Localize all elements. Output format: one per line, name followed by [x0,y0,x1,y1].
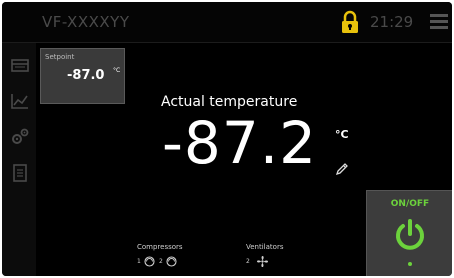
setpoint-value: -87.0 [67,68,105,83]
edit-pencil-icon[interactable] [335,162,349,176]
chart-icon[interactable] [10,91,30,111]
device-screen: VF-XXXXYY 21:29 Setpoint -87.0 °C Actual… [2,2,452,276]
setpoint-unit: °C [113,67,121,74]
ventilators-label: Ventilators [246,243,284,251]
compressor-1-number: 1 [137,258,141,265]
compressor-2-number: 2 [159,258,163,265]
actual-temperature-value: -87.2 [162,109,318,177]
compressors-label: Compressors [137,243,183,251]
setpoint-label: Setpoint [45,53,75,61]
clock-time: 21:29 [370,13,414,31]
device-name: VF-XXXXYY [42,13,130,31]
compressors-status: Compressors 1 2 [137,243,197,273]
lock-icon[interactable] [339,10,361,34]
compressor-icon [144,256,155,267]
top-bar: VF-XXXXYY 21:29 [2,2,452,43]
ventilators-status: Ventilators 2 [246,243,296,273]
power-status-indicator [408,262,412,266]
actual-temperature-unit: °C [335,128,349,141]
setpoint-card[interactable]: Setpoint -87.0 °C [40,48,125,104]
settings-icon[interactable] [10,127,30,147]
refrigerator-icon[interactable] [10,55,30,75]
sidebar [2,43,36,276]
compressor-icon [166,256,177,267]
power-icon [396,219,424,250]
power-button[interactable]: ON/OFF [366,190,452,276]
ventilator-number: 2 [246,258,250,265]
power-button-label: ON/OFF [390,199,430,209]
fan-icon [257,256,268,267]
actual-temperature-label: Actual temperature [161,94,298,110]
document-icon[interactable] [10,163,30,183]
hamburger-menu-icon[interactable] [430,14,448,30]
